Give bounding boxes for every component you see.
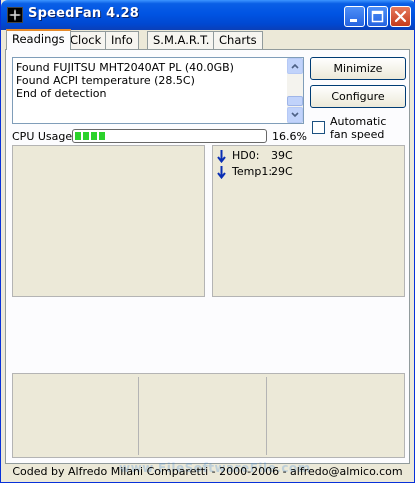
arrow-down-icon xyxy=(217,166,226,179)
automatic-fan-speed-label: Automatic fan speed xyxy=(330,115,387,141)
title-bar[interactable]: SpeedFan 4.28 xyxy=(1,0,415,30)
fan-speeds-panel xyxy=(12,145,205,297)
cpu-usage-value: 16.6% xyxy=(272,130,307,143)
scroll-up-button[interactable] xyxy=(287,58,303,74)
minimize-button[interactable]: Minimize xyxy=(310,57,406,80)
cpu-usage-block xyxy=(83,132,89,140)
cpu-usage-bar xyxy=(72,129,267,143)
close-window-button[interactable] xyxy=(390,6,411,27)
cpu-usage-block xyxy=(99,132,105,140)
window-title: SpeedFan 4.28 xyxy=(28,6,139,21)
automatic-fan-speed-checkbox[interactable] xyxy=(312,121,325,134)
log-line: Found ACPI temperature (28.5C) xyxy=(16,74,195,87)
log-line: End of detection xyxy=(16,87,107,100)
tab-info[interactable]: Info xyxy=(105,31,139,49)
voltages-divider xyxy=(138,377,139,455)
minimize-window-button[interactable] xyxy=(344,6,365,27)
cpu-usage-block xyxy=(75,132,81,140)
credits-footer: Coded by Alfredo Milani Comparetti - 200… xyxy=(12,465,403,478)
speedfan-fan-icon[interactable] xyxy=(7,7,23,23)
temperatures-panel: HD0: 39C Temp1: 29C xyxy=(212,145,405,297)
configure-button[interactable]: Configure xyxy=(310,85,406,108)
temperature-name: HD0: xyxy=(232,149,260,162)
temperature-name: Temp1: xyxy=(232,165,273,178)
cpu-usage-label: CPU Usage xyxy=(12,130,73,143)
temperature-value: 39C xyxy=(271,149,293,162)
log-line: Found FUJITSU MHT2040AT PL (40.0GB) xyxy=(16,61,234,74)
maximize-window-button[interactable] xyxy=(367,6,388,27)
speedfan-window: SpeedFan 4.28 Readings Clock Info S.M.A.… xyxy=(0,0,415,483)
voltages-panel xyxy=(12,373,405,458)
chevron-up-icon xyxy=(291,63,299,69)
tab-readings[interactable]: Readings xyxy=(6,29,71,50)
arrow-down-icon xyxy=(217,150,226,163)
chevron-down-icon xyxy=(291,112,299,118)
detection-log[interactable]: Found FUJITSU MHT2040AT PL (40.0GB) Foun… xyxy=(12,57,304,124)
voltages-divider xyxy=(266,377,267,455)
tab-smart[interactable]: S.M.A.R.T. xyxy=(147,31,216,49)
log-lines: Found FUJITSU MHT2040AT PL (40.0GB) Foun… xyxy=(16,61,234,100)
scroll-thumb[interactable] xyxy=(287,96,303,106)
temperature-value: 29C xyxy=(271,165,293,178)
scroll-down-button[interactable] xyxy=(287,107,303,123)
tab-charts[interactable]: Charts xyxy=(213,31,263,49)
cpu-usage-block xyxy=(91,132,97,140)
log-scrollbar[interactable] xyxy=(287,58,303,123)
